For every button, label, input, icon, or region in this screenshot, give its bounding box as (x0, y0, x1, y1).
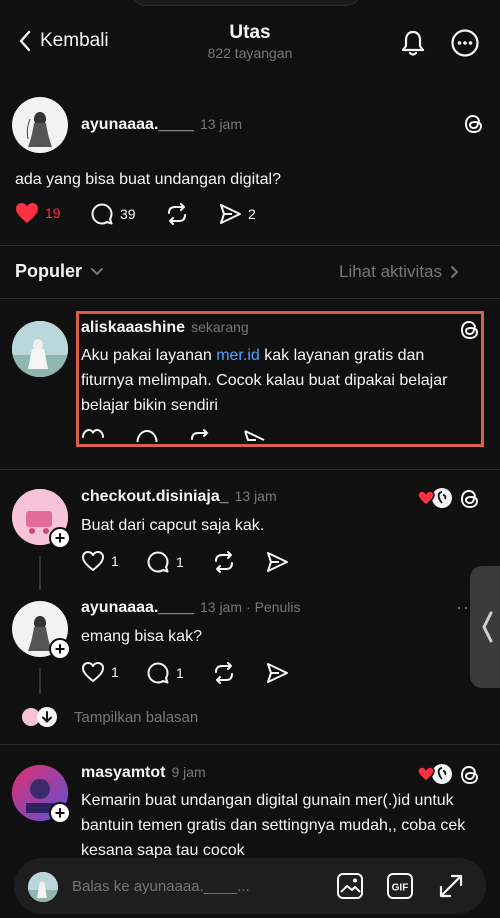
reply-time: 13 jam (234, 488, 277, 504)
expand-icon[interactable] (437, 872, 465, 900)
reply-count: 1 (176, 665, 184, 681)
repost-icon[interactable] (212, 661, 236, 685)
svg-text:GIF: GIF (392, 883, 409, 894)
reply-time: 13 jam (199, 599, 243, 615)
send-icon[interactable] (265, 550, 289, 574)
heart-filled-icon (15, 202, 39, 224)
more-dots-icon[interactable]: ·· (456, 597, 470, 618)
comment-icon (90, 202, 114, 226)
divider (0, 744, 500, 745)
reply-input[interactable] (72, 878, 312, 895)
reply-text-part: Aku pakai layanan (81, 347, 217, 364)
heart-icon (81, 550, 105, 572)
username[interactable]: ayunaaaa.____ (81, 116, 194, 133)
like-count: 19 (45, 205, 61, 221)
reply-count: 1 (176, 554, 184, 570)
avatar[interactable] (12, 97, 68, 153)
reply-button[interactable]: 1 (146, 661, 184, 685)
author-tag: · Penulis (246, 599, 301, 615)
send-icon (218, 202, 242, 226)
like-count: 1 (111, 553, 119, 569)
like-count: 1 (111, 664, 119, 680)
repost-button[interactable] (165, 202, 189, 226)
post-text: ada yang bisa buat undangan digital? (15, 171, 281, 188)
gif-icon[interactable]: GIF (386, 872, 414, 900)
reply-time: sekarang (191, 319, 249, 335)
repost-icon (165, 202, 189, 226)
comment-icon[interactable] (135, 428, 159, 446)
follow-plus-button[interactable]: + (49, 802, 71, 824)
share-button[interactable]: 2 (218, 202, 256, 226)
comment-icon (146, 550, 170, 574)
reply-author[interactable]: aliskaaashine sekarang (81, 319, 249, 337)
repost-icon[interactable] (212, 550, 236, 574)
sort-dropdown[interactable]: Populer (15, 261, 104, 282)
author-liked-icon (416, 763, 454, 785)
post-author[interactable]: ayunaaaa.____ 13 jam (81, 116, 242, 134)
bell-icon[interactable] (398, 28, 428, 58)
chevron-left-icon (480, 610, 494, 644)
reply-author[interactable]: ayunaaaa.____ 13 jam · Penulis (81, 599, 300, 617)
heart-icon (81, 661, 105, 683)
reply-text: Kemarin buat undangan digital gunain mer… (81, 792, 466, 859)
like-button[interactable]: 1 (81, 550, 119, 572)
username[interactable]: checkout.disiniaja_ (81, 488, 229, 505)
author-liked-icon (416, 487, 454, 509)
show-replies-button[interactable]: Tampilkan balasan (20, 706, 198, 728)
comment-icon (146, 661, 170, 685)
like-button[interactable]: 1 (81, 661, 119, 683)
username[interactable]: masyamtot (81, 764, 165, 781)
reply-text: Aku pakai layanan mer.id kak layanan gra… (81, 343, 477, 418)
reply-button[interactable]: 39 (90, 202, 136, 226)
reply-author[interactable]: masyamtot 9 jam (81, 764, 206, 782)
threads-logo-icon[interactable] (458, 318, 482, 342)
show-replies-label: Tampilkan balasan (74, 708, 199, 726)
reply-button[interactable]: 1 (146, 550, 184, 574)
repost-icon[interactable] (188, 428, 212, 446)
thread-line (39, 668, 41, 694)
send-icon[interactable] (265, 661, 289, 685)
username[interactable]: aliskaaashine (81, 319, 185, 336)
reply-author[interactable]: checkout.disiniaja_ 13 jam (81, 488, 277, 506)
like-button[interactable]: 19 (15, 202, 61, 224)
username[interactable]: ayunaaaa.____ (81, 599, 194, 616)
chevron-right-icon (450, 265, 460, 279)
side-panel-handle[interactable] (470, 566, 500, 688)
like-button[interactable] (81, 428, 105, 446)
reply-link[interactable]: mer.id (216, 347, 260, 364)
divider (0, 298, 500, 299)
reply-time: 9 jam (171, 764, 206, 780)
image-icon[interactable] (336, 872, 364, 900)
activity-label: Lihat aktivitas (339, 262, 442, 281)
thread-line (39, 556, 41, 590)
threads-logo-icon[interactable] (458, 763, 482, 787)
send-icon[interactable] (242, 428, 266, 446)
avatar (28, 872, 58, 902)
divider (0, 245, 500, 246)
chevron-down-icon (90, 267, 104, 277)
mini-avatars-icon (20, 706, 60, 728)
follow-plus-button[interactable]: + (49, 638, 71, 660)
threads-logo-icon[interactable] (462, 112, 486, 136)
avatar[interactable] (12, 321, 68, 377)
post-time: 13 jam (199, 116, 243, 132)
reply-text: Buat dari capcut saja kak. (81, 517, 265, 534)
follow-plus-button[interactable]: + (49, 527, 71, 549)
share-count: 2 (248, 206, 256, 222)
reply-composer[interactable]: GIF (14, 858, 486, 914)
more-options-icon[interactable] (450, 28, 480, 58)
sort-label: Populer (15, 261, 83, 281)
divider (0, 469, 500, 470)
reply-count: 39 (120, 206, 136, 222)
view-activity-link[interactable]: Lihat aktivitas (339, 262, 460, 282)
reply-text: emang bisa kak? (81, 628, 202, 645)
device-notch (130, 0, 362, 6)
threads-logo-icon[interactable] (458, 487, 482, 511)
